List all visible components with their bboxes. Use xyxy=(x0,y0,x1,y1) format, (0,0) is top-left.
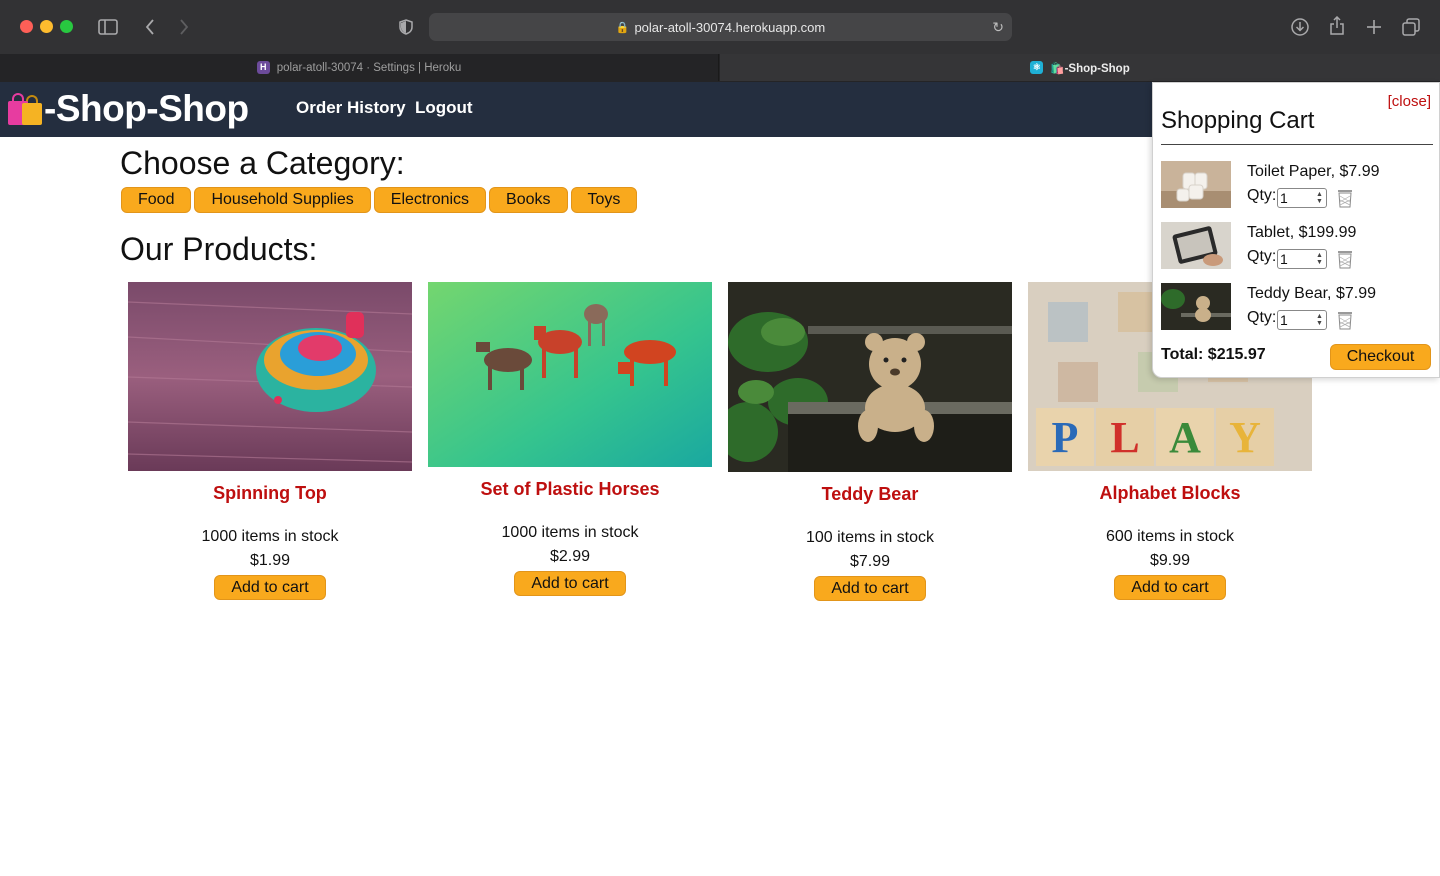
teddy-bear-thumbnail xyxy=(1161,283,1231,330)
product-name[interactable]: Teddy Bear xyxy=(728,484,1012,505)
stepper-arrows-icon[interactable]: ▲ ▼ xyxy=(1316,252,1323,266)
address-bar[interactable]: 🔒 polar-atoll-30074.herokuapp.com ↻ xyxy=(429,13,1012,41)
product-stock: 1000 items in stock xyxy=(201,528,339,545)
product-name[interactable]: Spinning Top xyxy=(128,483,412,504)
spinning-top-image[interactable] xyxy=(128,282,412,471)
product-card: Teddy Bear 100 items in stock $7.99 Add … xyxy=(728,282,1012,601)
stepper-arrows-icon[interactable]: ▲ ▼ xyxy=(1316,191,1323,205)
category-household-supplies-button[interactable]: Household Supplies xyxy=(194,187,371,213)
tab-overview-icon[interactable] xyxy=(1401,17,1421,37)
product-price: $9.99 xyxy=(1149,552,1191,569)
qty-label: Qty: xyxy=(1247,309,1277,326)
svg-text:Y: Y xyxy=(1229,413,1261,462)
products-heading: Our Products: xyxy=(120,231,318,267)
category-list: Food Household Supplies Electronics Book… xyxy=(121,187,638,213)
product-stock: 1000 items in stock xyxy=(501,524,639,541)
product-card: Spinning Top 1000 items in stock $1.99 A… xyxy=(128,282,412,600)
shopping-cart-panel: [close] Shopping Cart Toilet Paper, $7.9… xyxy=(1152,82,1440,378)
product-price: $7.99 xyxy=(849,553,891,570)
category-toys-button[interactable]: Toys xyxy=(570,187,638,213)
svg-text:P: P xyxy=(1052,413,1079,462)
stepper-arrows-icon[interactable]: ▲ ▼ xyxy=(1316,313,1323,327)
cart-divider xyxy=(1161,144,1433,145)
tab-heroku-settings[interactable]: H polar-atoll-30074 · Settings | Heroku xyxy=(0,54,719,81)
qty-label: Qty: xyxy=(1247,248,1277,265)
cart-item: Teddy Bear, $7.99 Qty: ▲▼ xyxy=(1161,283,1433,333)
nav-logout[interactable]: Logout xyxy=(415,98,473,118)
cart-item-label: Toilet Paper, $7.99 xyxy=(1247,163,1380,180)
trash-icon[interactable] xyxy=(1335,249,1355,269)
brand-name: -Shop-Shop xyxy=(44,88,249,129)
cart-item: Toilet Paper, $7.99 Qty: ▲▼ xyxy=(1161,161,1433,211)
lock-icon: 🔒 xyxy=(615,21,630,34)
shopping-bags-icon xyxy=(8,91,42,127)
product-card: Set of Plastic Horses 1000 items in stoc… xyxy=(428,282,712,596)
category-heading: Choose a Category: xyxy=(120,145,405,181)
cart-title: Shopping Cart xyxy=(1161,107,1315,134)
product-stock: 600 items in stock xyxy=(1105,528,1235,545)
product-price: $2.99 xyxy=(549,548,591,565)
category-electronics-button[interactable]: Electronics xyxy=(373,187,487,213)
zoom-window-button[interactable] xyxy=(60,20,73,33)
cart-item-label: Teddy Bear, $7.99 xyxy=(1247,285,1376,302)
url-text: polar-atoll-30074.herokuapp.com xyxy=(634,19,826,35)
category-books-button[interactable]: Books xyxy=(489,187,568,213)
product-name[interactable]: Alphabet Blocks xyxy=(1028,483,1312,504)
trash-icon[interactable] xyxy=(1335,310,1355,330)
tab-shop-shop[interactable]: ⚛ 🛍️-Shop-Shop xyxy=(720,54,1440,81)
checkout-button[interactable]: Checkout xyxy=(1330,344,1431,370)
cart-item: Tablet, $199.99 Qty: ▲▼ xyxy=(1161,222,1433,272)
add-to-cart-button[interactable]: Add to cart xyxy=(814,576,926,601)
react-favicon-icon: ⚛ xyxy=(1030,61,1044,74)
close-window-button[interactable] xyxy=(20,20,33,33)
minimize-window-button[interactable] xyxy=(40,20,53,33)
downloads-icon[interactable] xyxy=(1290,17,1310,37)
privacy-shield-icon[interactable] xyxy=(397,18,415,36)
product-stock: 100 items in stock xyxy=(805,529,935,546)
toilet-paper-thumbnail xyxy=(1161,161,1231,208)
back-icon[interactable] xyxy=(142,18,158,36)
cart-item-label: Tablet, $199.99 xyxy=(1247,224,1357,241)
svg-text:L: L xyxy=(1110,413,1139,462)
qty-label: Qty: xyxy=(1247,187,1277,204)
tab-label: polar-atoll-30074 · Settings | Heroku xyxy=(276,61,462,74)
new-tab-icon[interactable] xyxy=(1364,17,1384,37)
plastic-horses-image[interactable] xyxy=(428,282,712,467)
trash-icon[interactable] xyxy=(1335,188,1355,208)
cart-close-link[interactable]: [close] xyxy=(1388,93,1431,110)
nav-order-history[interactable]: Order History xyxy=(296,98,406,118)
sidebar-toggle-icon[interactable] xyxy=(97,18,119,36)
reload-icon[interactable]: ↻ xyxy=(992,19,1004,36)
teddy-bear-image[interactable] xyxy=(728,282,1012,472)
add-to-cart-button[interactable]: Add to cart xyxy=(214,575,326,600)
product-price: $1.99 xyxy=(249,552,291,569)
svg-text:A: A xyxy=(1169,413,1201,462)
tablet-thumbnail xyxy=(1161,222,1231,269)
category-food-button[interactable]: Food xyxy=(121,187,192,213)
share-icon[interactable] xyxy=(1327,16,1347,36)
heroku-favicon-icon: H xyxy=(256,61,270,74)
brand-logo[interactable]: -Shop-Shop xyxy=(8,86,249,132)
add-to-cart-button[interactable]: Add to cart xyxy=(1114,575,1226,600)
forward-icon[interactable] xyxy=(176,18,192,36)
product-name[interactable]: Set of Plastic Horses xyxy=(428,479,712,500)
add-to-cart-button[interactable]: Add to cart xyxy=(514,571,626,596)
tab-label: 🛍️-Shop-Shop xyxy=(1050,62,1130,75)
cart-total: Total: $215.97 xyxy=(1161,346,1266,363)
